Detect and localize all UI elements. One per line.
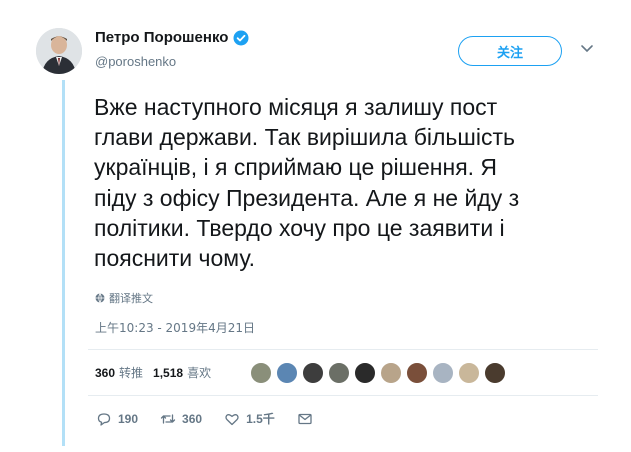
retweet-button[interactable]: 360 <box>160 411 202 427</box>
liker-avatar[interactable] <box>380 362 402 384</box>
liker-avatar[interactable] <box>276 362 298 384</box>
liker-avatar[interactable] <box>458 362 480 384</box>
verified-badge-icon <box>233 30 249 45</box>
author-name[interactable]: Петро Порошенко <box>95 29 228 46</box>
likes-count: 1,518 <box>153 365 184 380</box>
globe-icon <box>95 293 105 303</box>
likes-stat[interactable]: 1,518 喜欢 <box>153 364 211 381</box>
engagement-stats: 360 转推 1,518 喜欢 <box>95 364 221 381</box>
translate-tweet-link[interactable]: 翻译推文 <box>95 290 153 306</box>
liker-avatar[interactable] <box>302 362 324 384</box>
reply-icon <box>97 412 111 426</box>
tweet-text: Вже наступного місяця я залишу пост глав… <box>94 94 520 272</box>
direct-message-button[interactable] <box>297 411 319 427</box>
author-handle[interactable]: @poroshenko <box>95 54 176 69</box>
heart-icon <box>225 413 239 425</box>
divider <box>88 349 598 350</box>
reply-count: 190 <box>118 411 139 426</box>
divider <box>88 395 598 396</box>
avatar[interactable] <box>36 28 82 74</box>
retweets-count: 360 <box>95 365 116 380</box>
reply-button[interactable]: 190 <box>96 411 138 427</box>
liker-avatar[interactable] <box>432 362 454 384</box>
liker-avatars <box>250 362 510 384</box>
retweets-stat[interactable]: 360 转推 <box>95 364 143 381</box>
follow-button[interactable]: 关注 <box>458 36 562 66</box>
translate-label: 翻译推文 <box>109 292 153 305</box>
retweets-label: 转推 <box>119 366 144 380</box>
author-row: Петро Порошенко <box>95 29 249 46</box>
tweet-timestamp[interactable]: 上午10:23 - 2019年4月21日 <box>95 319 255 336</box>
liker-avatar[interactable] <box>328 362 350 384</box>
thread-line <box>62 80 65 446</box>
retweet-count: 360 <box>182 411 203 426</box>
tweet-actions: 190 360 1.5千 <box>96 410 341 427</box>
retweet-icon <box>160 413 176 424</box>
like-count: 1.5千 <box>246 412 275 426</box>
liker-avatar[interactable] <box>250 362 272 384</box>
liker-avatar[interactable] <box>484 362 506 384</box>
liker-avatar[interactable] <box>406 362 428 384</box>
chevron-down-icon[interactable] <box>580 44 594 54</box>
likes-label: 喜欢 <box>187 366 212 380</box>
liker-avatar[interactable] <box>354 362 376 384</box>
like-button[interactable]: 1.5千 <box>224 410 275 427</box>
avatar-image <box>36 28 82 74</box>
mail-icon <box>298 413 312 424</box>
